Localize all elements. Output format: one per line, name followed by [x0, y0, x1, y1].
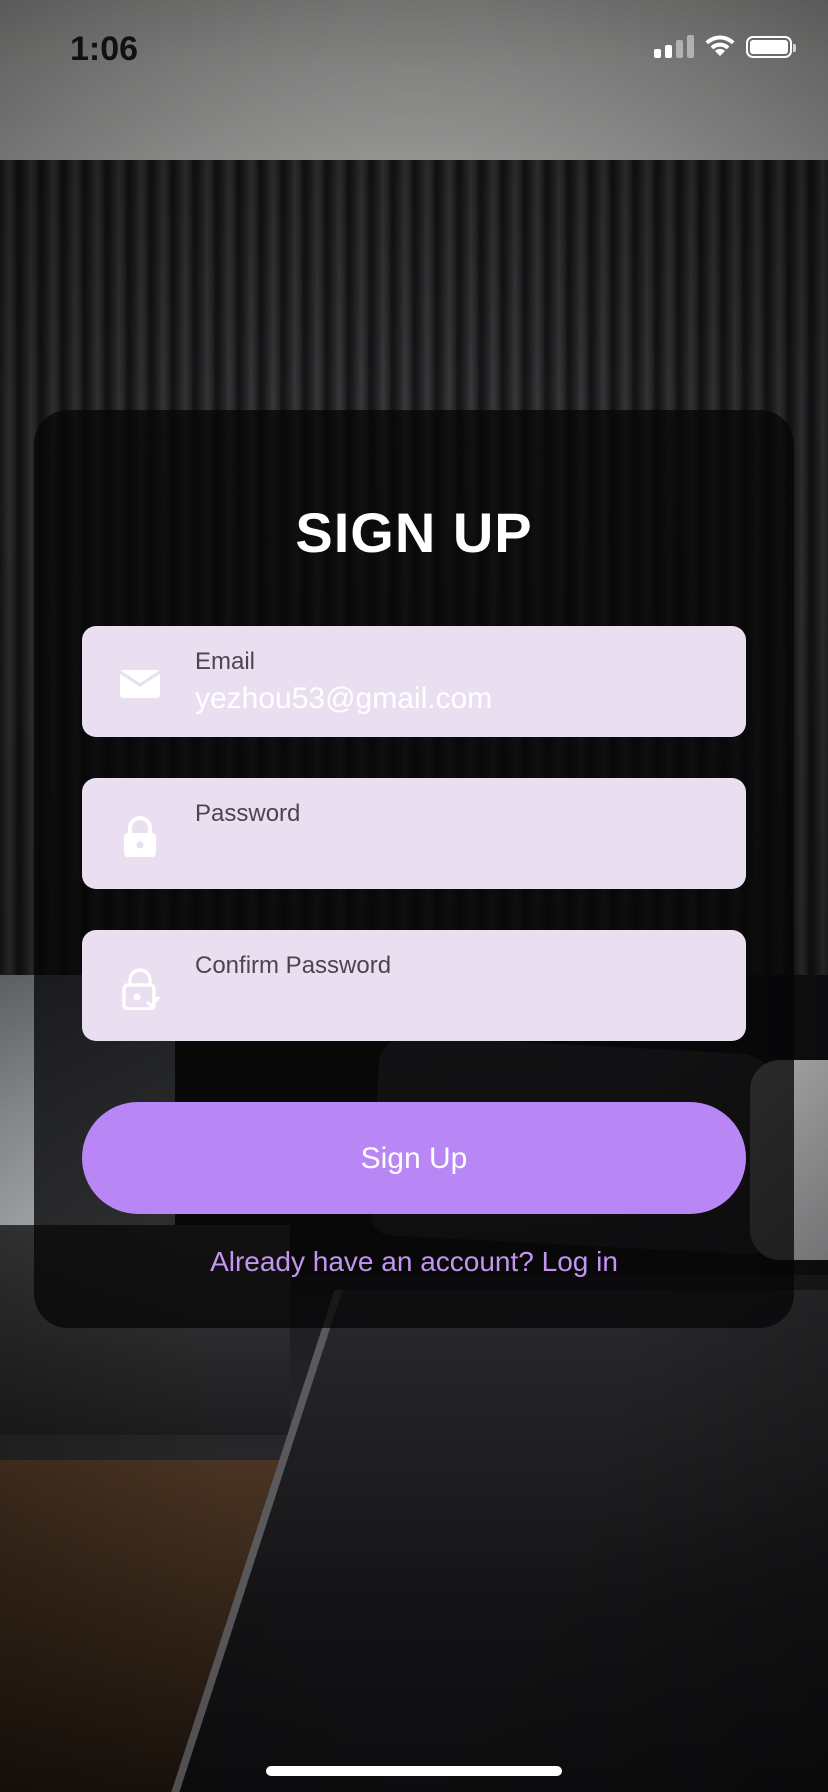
- status-bar: 1:06: [0, 0, 828, 100]
- email-label: Email: [195, 648, 256, 675]
- confirm-password-label: Confirm Password: [195, 952, 392, 979]
- signup-button[interactable]: Sign Up: [82, 1102, 746, 1214]
- home-indicator[interactable]: [266, 1766, 562, 1776]
- confirm-password-field[interactable]: Confirm Password: [82, 930, 746, 1041]
- page-title: SIGN UP: [295, 501, 533, 564]
- status-time: 1:06: [70, 30, 139, 68]
- password-input[interactable]: [195, 834, 715, 868]
- password-label: Password: [195, 800, 301, 827]
- mail-icon: [119, 670, 161, 698]
- confirm-password-input[interactable]: [195, 986, 715, 1020]
- battery-icon: [746, 36, 796, 58]
- password-field[interactable]: Password: [82, 778, 746, 889]
- lock-icon: [124, 816, 156, 857]
- signal-icon: [654, 34, 694, 58]
- status-icons: [654, 34, 796, 58]
- email-input[interactable]: [195, 682, 715, 716]
- email-field[interactable]: Email: [82, 626, 746, 737]
- lock-check-icon: [122, 968, 161, 1010]
- wifi-icon: [705, 35, 735, 56]
- login-link[interactable]: Already have an account? Log in: [0, 1246, 828, 1278]
